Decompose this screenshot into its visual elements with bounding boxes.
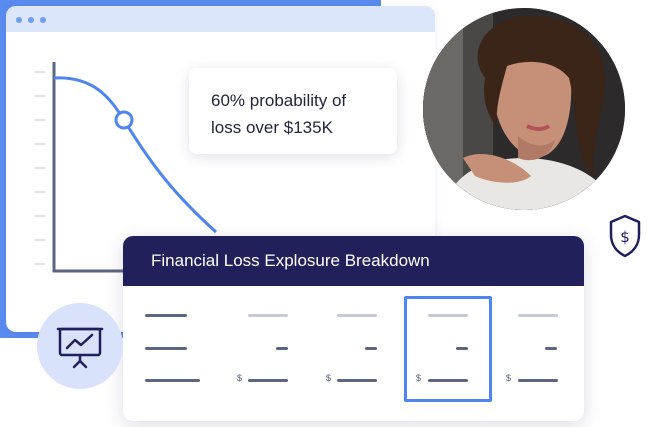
tooltip-line-1: 60% probability of xyxy=(211,91,347,110)
value-line xyxy=(518,379,558,382)
value-line xyxy=(365,347,377,350)
dollar-sign: $ xyxy=(506,373,512,383)
column-header-line xyxy=(248,314,288,317)
card-title: Financial Loss Explosure Breakdown xyxy=(123,236,584,286)
highlighted-column[interactable] xyxy=(404,296,492,402)
svg-text:$: $ xyxy=(620,228,630,246)
row-label-line xyxy=(145,314,187,317)
presentation-badge xyxy=(37,303,123,389)
value-line xyxy=(428,379,468,382)
dollar-sign: $ xyxy=(416,373,422,383)
dollar-sign: $ xyxy=(326,373,332,383)
column-header-line xyxy=(428,314,468,317)
column-header-line xyxy=(518,314,558,317)
value-line xyxy=(337,379,377,382)
dollar-sign: $ xyxy=(237,373,243,383)
probability-tooltip: 60% probability of loss over $135K xyxy=(189,68,397,154)
curve-marker xyxy=(114,110,134,130)
row-label-line xyxy=(145,347,187,350)
row-label-line xyxy=(145,379,200,382)
value-line xyxy=(248,379,288,382)
person-photo xyxy=(423,8,625,210)
tooltip-line-2: loss over $135K xyxy=(211,118,333,137)
presentation-chart-icon xyxy=(56,327,104,369)
y-axis-ticks xyxy=(35,71,45,265)
column-header-line xyxy=(337,314,377,317)
loss-breakdown-card: Financial Loss Explosure Breakdown $ $ $… xyxy=(123,236,584,421)
value-line xyxy=(545,347,557,350)
value-line xyxy=(276,347,288,350)
value-line xyxy=(456,347,468,350)
shield-dollar-icon: $ xyxy=(609,214,641,258)
chart-axes xyxy=(52,62,124,273)
